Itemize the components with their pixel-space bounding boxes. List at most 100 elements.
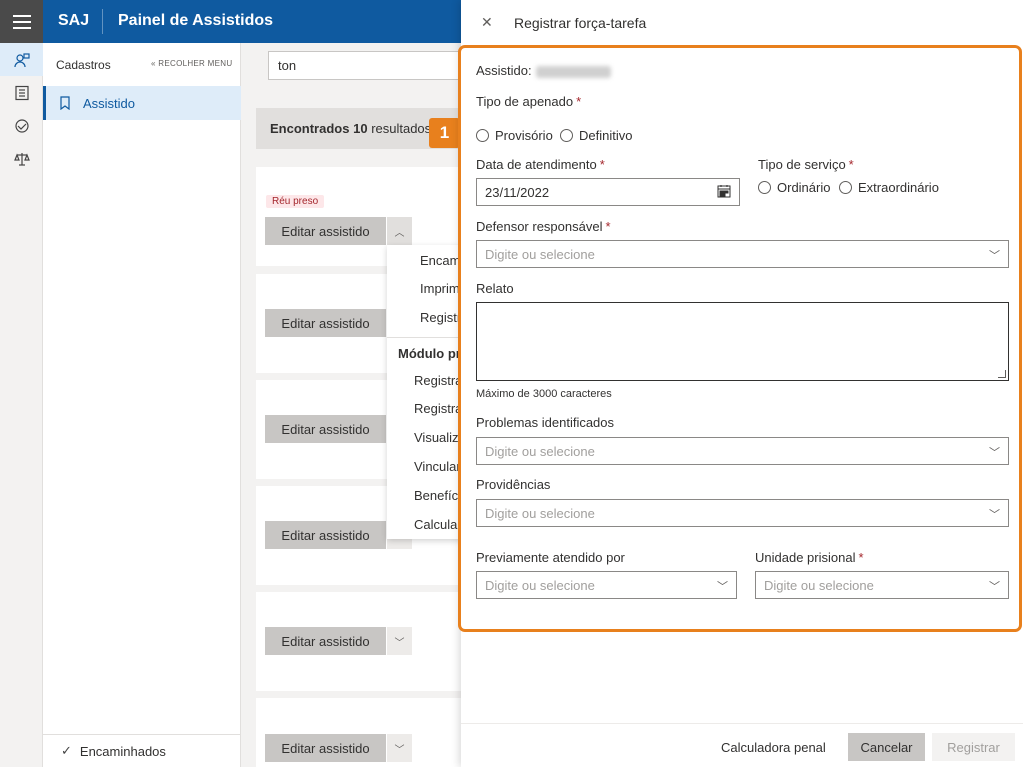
result-card: Editar assistido ﹀	[256, 592, 466, 691]
radio-circle	[758, 181, 771, 194]
nav-footer-label: Encaminhados	[79, 743, 166, 759]
results-prefix: Encontrados	[270, 121, 350, 136]
nav-item-assistido[interactable]: Assistido	[43, 86, 241, 120]
resize-handle-icon[interactable]	[998, 370, 1006, 378]
providencias-label: Providências	[476, 477, 551, 492]
edit-assistido-button[interactable]: Editar assistido	[265, 217, 386, 245]
close-icon[interactable]: ✕	[481, 14, 493, 31]
relato-textarea[interactable]	[476, 302, 1009, 381]
relato-label: Relato	[476, 281, 514, 296]
panel-footer: Calculadora penal Cancelar Registrar	[461, 723, 1023, 767]
radio-label: Definitivo	[579, 128, 633, 143]
panel-title: Registrar força-tarefa	[514, 15, 647, 31]
bookmark-icon	[60, 96, 70, 110]
radio-provisorio[interactable]: Provisório	[476, 128, 553, 143]
redacted-name	[535, 65, 611, 78]
required-marker: *	[605, 219, 611, 234]
placeholder: Digite ou selecione	[485, 247, 595, 262]
providencias-select[interactable]: Digite ou selecione ﹀	[476, 499, 1009, 527]
edit-assistido-button[interactable]: Editar assistido	[265, 309, 386, 337]
required-marker: *	[848, 157, 854, 172]
placeholder: Digite ou selecione	[485, 444, 595, 459]
dropdown-item[interactable]: Encam	[420, 253, 460, 268]
defensor-label: Defensor responsável *	[476, 219, 611, 234]
radio-definitivo[interactable]: Definitivo	[560, 128, 632, 143]
unidade-label-text: Unidade prisional	[755, 550, 856, 565]
app-title: Painel de Assistidos	[118, 12, 274, 29]
placeholder: Digite ou selecione	[485, 506, 595, 521]
dropdown-item[interactable]: Registra	[414, 373, 462, 388]
check-icon: ✓	[61, 743, 72, 758]
previamente-select[interactable]: Digite ou selecione ﹀	[476, 571, 737, 599]
previamente-label: Previamente atendido por	[476, 550, 625, 565]
edit-assistido-button[interactable]: Editar assistido	[265, 734, 386, 762]
dropdown-item[interactable]: Imprim	[420, 281, 460, 296]
problemas-select[interactable]: Digite ou selecione ﹀	[476, 437, 1009, 465]
unidade-select[interactable]: Digite ou selecione ﹀	[755, 571, 1009, 599]
edit-assistido-button[interactable]: Editar assistido	[265, 415, 386, 443]
rail-item-handshake[interactable]	[0, 109, 43, 142]
handshake-icon	[14, 118, 29, 133]
radio-extraordinario[interactable]: Extraordinário	[839, 180, 939, 195]
actions-dropdown: Encam Imprim Registr Módulo pr Registra …	[387, 245, 462, 539]
brand-name: SAJ	[58, 12, 90, 29]
tipo-servico-label-text: Tipo de serviço	[758, 157, 846, 172]
placeholder: Digite ou selecione	[764, 578, 874, 593]
rail-item-list[interactable]	[0, 76, 43, 109]
problemas-label: Problemas identificados	[476, 415, 615, 430]
search-input[interactable]: ton	[268, 51, 468, 80]
date-input[interactable]: 23/11/2022	[476, 178, 740, 206]
result-card: Editar assistido ﹀	[256, 698, 466, 767]
placeholder: Digite ou selecione	[485, 578, 595, 593]
tipo-apenado-label: Tipo de apenado *	[476, 94, 581, 109]
required-marker: *	[599, 157, 605, 172]
nav-footer-encaminhados[interactable]: ✓ Encaminhados	[43, 734, 241, 767]
chevron-up-icon[interactable]: ︿	[386, 217, 412, 245]
radio-label: Extraordinário	[858, 180, 939, 195]
required-marker: *	[858, 550, 864, 565]
scales-icon	[13, 152, 30, 166]
calculadora-penal-button[interactable]: Calculadora penal	[721, 740, 826, 755]
assistido-label: Assistido:	[476, 63, 611, 78]
chevron-down-icon[interactable]: ﹀	[386, 734, 412, 762]
radio-label: Ordinário	[777, 180, 831, 195]
tipo-servico-label: Tipo de serviço *	[758, 157, 854, 172]
chevron-down-icon: ﹀	[989, 250, 1000, 262]
hamburger-icon[interactable]	[0, 0, 43, 43]
radio-ordinario[interactable]: Ordinário	[758, 180, 830, 195]
status-badge: Réu preso	[266, 195, 325, 208]
rail-item-assistidos[interactable]	[0, 43, 43, 76]
chevron-down-icon: ﹀	[989, 581, 1000, 593]
date-value: 23/11/2022	[485, 185, 550, 200]
dropdown-item[interactable]: Vincular	[414, 459, 461, 474]
chevron-down-icon: ﹀	[989, 509, 1000, 521]
dropdown-item[interactable]: Visualiz	[414, 430, 459, 445]
calendar-icon[interactable]	[717, 184, 731, 198]
dropdown-item[interactable]: Benefíci	[414, 488, 461, 503]
dropdown-item[interactable]: Calcula	[414, 517, 457, 532]
edit-assistido-button[interactable]: Editar assistido	[265, 521, 386, 549]
cancel-button[interactable]: Cancelar	[848, 733, 925, 761]
list-icon	[14, 85, 29, 100]
dropdown-item[interactable]: Registra	[414, 401, 462, 416]
register-task-force-panel: ✕ Registrar força-tarefa Assistido: Tipo…	[458, 0, 1023, 767]
chevron-down-icon[interactable]: ﹀	[386, 627, 412, 655]
nav-heading: Cadastros	[56, 58, 111, 72]
tipo-apenado-label-text: Tipo de apenado	[476, 94, 574, 109]
radio-circle	[476, 129, 489, 142]
defensor-label-text: Defensor responsável	[476, 219, 603, 234]
data-atendimento-label-text: Data de atendimento	[476, 157, 597, 172]
unidade-label: Unidade prisional *	[755, 550, 864, 565]
radio-circle	[839, 181, 852, 194]
register-button[interactable]: Registrar	[932, 733, 1015, 761]
dropdown-divider	[387, 337, 462, 338]
edit-assistido-button[interactable]: Editar assistido	[265, 627, 386, 655]
chevron-down-icon: ﹀	[989, 447, 1000, 459]
rail-item-scales[interactable]	[0, 142, 43, 175]
left-rail	[0, 43, 43, 767]
app-header: SAJ Painel de Assistidos	[0, 0, 461, 43]
dropdown-item[interactable]: Registr	[420, 310, 461, 325]
collapse-menu-button[interactable]: « RECOLHER MENU	[151, 59, 232, 68]
defensor-select[interactable]: Digite ou selecione ﹀	[476, 240, 1009, 268]
person-search-icon	[13, 52, 30, 67]
